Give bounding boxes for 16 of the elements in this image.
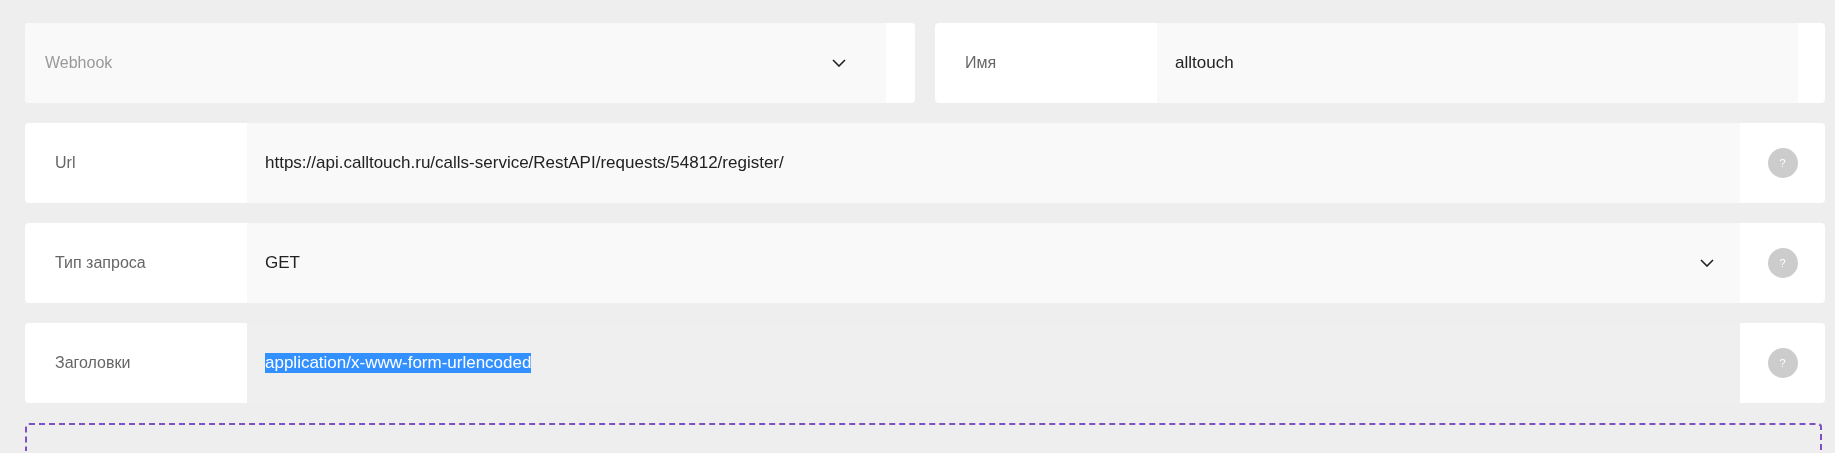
field-label: Тип запроса (55, 254, 146, 272)
help-button[interactable]: ? (1767, 248, 1798, 278)
help-button[interactable]: ? (1767, 148, 1798, 178)
field-label: Имя (965, 54, 997, 72)
input-field[interactable]: application/x-www-form-urlencoded (247, 323, 1740, 403)
drop-zone[interactable] (25, 423, 1822, 451)
field-label: Заголовки (55, 354, 131, 372)
type-select[interactable]: Webhook (25, 23, 886, 103)
select-field[interactable]: GET (247, 223, 1740, 303)
select-placeholder: Webhook (45, 54, 113, 72)
field-label: Url (55, 154, 76, 172)
help-button[interactable]: ? (1767, 348, 1798, 378)
input-field[interactable]: https://api.calltouch.ru/calls-service/RestAPI/requests/54812/register/ (247, 123, 1740, 203)
name-input[interactable]: alltouch (1157, 23, 1798, 103)
chevron-down-icon (832, 59, 846, 67)
chevron-down-icon (1700, 259, 1714, 267)
